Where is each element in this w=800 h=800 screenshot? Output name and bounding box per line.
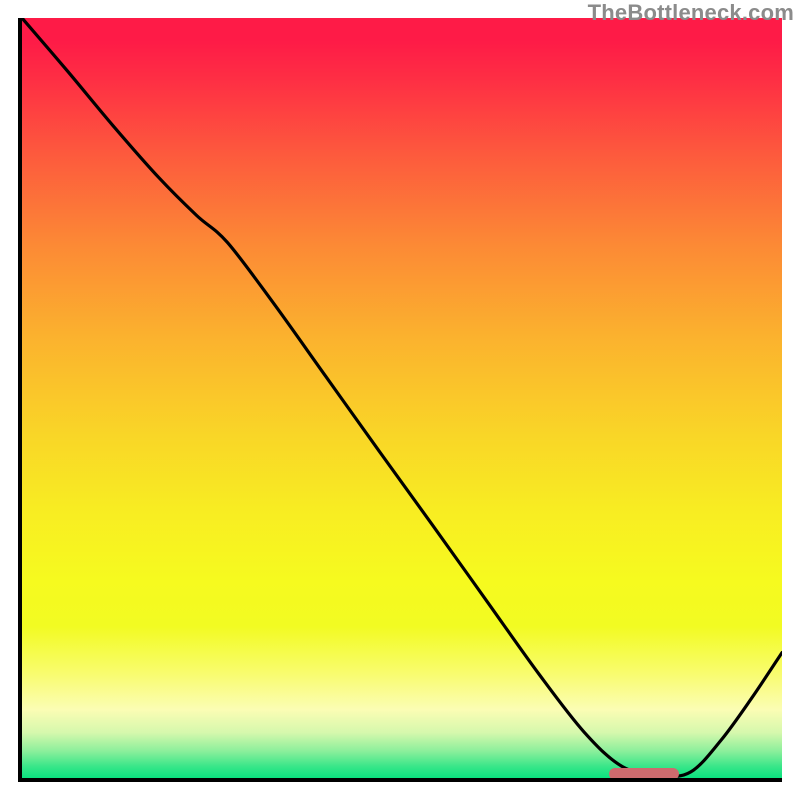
plot-area [18,18,782,782]
bottleneck-curve [22,18,782,776]
optimal-range-marker [609,768,679,780]
watermark-text: TheBottleneck.com [588,0,794,26]
curve-layer [22,18,782,778]
chart-frame: TheBottleneck.com [0,0,800,800]
